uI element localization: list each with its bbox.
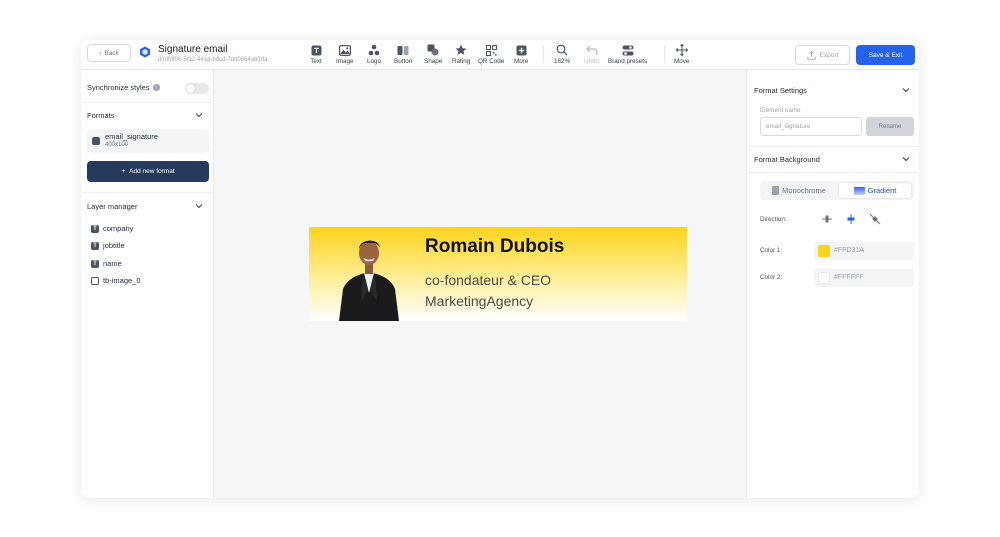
color-1-swatch[interactable] xyxy=(818,245,830,257)
qr-code-icon xyxy=(485,44,497,56)
chevron-left-icon: ‹ xyxy=(99,49,102,57)
format-settings-title: Format Settings xyxy=(754,86,807,95)
signature-company[interactable]: MarketingAgency xyxy=(425,293,533,309)
layer-item-image[interactable]: tb-image_0 xyxy=(91,276,141,285)
image-icon xyxy=(338,44,351,56)
color-1-value: #FFD31A xyxy=(834,247,864,254)
rename-button[interactable]: Rename xyxy=(866,117,914,136)
tool-button[interactable]: Button xyxy=(394,44,412,65)
chevron-down-icon[interactable] xyxy=(195,111,203,119)
logo-icon xyxy=(368,44,380,56)
export-button[interactable]: Export xyxy=(795,45,850,65)
undo-button[interactable]: Undo xyxy=(584,44,599,65)
formats-title: Formats xyxy=(87,111,115,120)
color-1-field[interactable]: #FFD31A xyxy=(814,242,914,260)
back-button-label: Back xyxy=(104,49,119,57)
undo-icon xyxy=(585,44,598,56)
toolbar-divider xyxy=(664,45,665,63)
divider xyxy=(747,146,919,147)
document-title[interactable]: Signature email xyxy=(158,44,227,55)
left-panel: Synchronize styles i Formats email_signa… xyxy=(81,70,214,498)
tool-logo[interactable]: Logo xyxy=(367,44,381,65)
color-1-label: Color 1: xyxy=(760,247,783,254)
magnifier-icon xyxy=(556,44,568,56)
text-icon xyxy=(310,44,322,56)
monochrome-option[interactable]: Monochrome xyxy=(763,183,835,198)
text-layer-icon: T xyxy=(91,259,99,268)
save-exit-button[interactable]: Save & Exit xyxy=(856,45,915,65)
chevron-down-icon[interactable] xyxy=(902,155,910,163)
divider xyxy=(81,102,214,103)
element-name-input[interactable]: email_signature xyxy=(760,117,862,136)
shape-icon xyxy=(427,44,439,56)
monochrome-icon xyxy=(772,186,780,195)
direction-diagonal-icon[interactable] xyxy=(869,213,881,225)
tool-image[interactable]: Image xyxy=(336,44,354,65)
tool-rating[interactable]: Rating xyxy=(452,44,470,65)
app-logo-icon xyxy=(140,46,150,58)
zoom-level: 162% xyxy=(554,58,571,65)
tool-more[interactable]: More xyxy=(514,44,528,65)
tool-shape[interactable]: Shape xyxy=(424,44,442,65)
gradient-option[interactable]: Gradient xyxy=(839,183,911,198)
image-layer-icon xyxy=(91,276,99,285)
sync-styles-toggle[interactable] xyxy=(185,83,209,94)
color-2-label: Color 2: xyxy=(760,274,783,281)
color-2-value: #FFFFFF xyxy=(834,274,864,281)
editor-window: ‹ Back Signature email d3dfdf00-5f12-441… xyxy=(81,40,919,498)
sync-styles-label: Synchronize styles i xyxy=(87,83,160,92)
add-format-button[interactable]: + Add new format xyxy=(87,161,209,182)
chevron-down-icon[interactable] xyxy=(902,86,910,94)
profile-photo[interactable] xyxy=(337,231,401,321)
direction-vertical-icon[interactable] xyxy=(845,213,857,225)
divider xyxy=(81,192,214,193)
plus-icon: + xyxy=(121,168,126,175)
signature-jobtitle[interactable]: co-fondateur & CEO xyxy=(425,272,551,288)
document-id: d3dfdf00-5f12-441d-bdcd-7dd0064a63da xyxy=(158,57,268,63)
back-button[interactable]: ‹ Back xyxy=(87,44,131,62)
brand-presets-button[interactable]: Brand presets xyxy=(608,44,647,65)
background-mode-switch: Monochrome Gradient xyxy=(760,181,914,200)
layer-item-name[interactable]: T name xyxy=(91,259,122,268)
format-icon xyxy=(92,137,100,145)
chevron-down-icon[interactable] xyxy=(195,202,203,210)
format-name: email_signature xyxy=(105,132,158,141)
text-layer-icon: T xyxy=(91,224,99,233)
tool-text[interactable]: Text xyxy=(310,44,322,65)
color-2-swatch[interactable] xyxy=(818,272,830,284)
format-item[interactable]: email_signature 400x100 xyxy=(87,129,209,153)
upload-icon xyxy=(806,50,816,60)
canvas-area[interactable]: Romain Dubois co-fondateur & CEO Marketi… xyxy=(214,70,746,498)
move-tool[interactable]: Move xyxy=(674,44,689,65)
right-panel: Format Settings Element name email_signa… xyxy=(746,70,919,498)
divider xyxy=(747,172,919,173)
text-layer-icon: T xyxy=(91,241,99,250)
move-arrows-icon xyxy=(675,44,688,56)
top-toolbar: ‹ Back Signature email d3dfdf00-5f12-441… xyxy=(81,40,919,70)
format-size: 400x100 xyxy=(105,142,129,148)
gradient-icon xyxy=(853,186,865,195)
color-2-field[interactable]: #FFFFFF xyxy=(814,269,914,287)
tool-qr-code[interactable]: QR Code xyxy=(478,44,504,65)
layer-item-company[interactable]: T company xyxy=(91,224,133,233)
toggles-icon xyxy=(622,44,634,56)
button-icon xyxy=(397,44,409,56)
direction-label: Direction: xyxy=(760,216,787,223)
toolbar-divider xyxy=(543,45,544,63)
layer-item-jobtitle[interactable]: T jobtitle xyxy=(91,241,125,250)
star-icon xyxy=(455,44,467,56)
signature-name[interactable]: Romain Dubois xyxy=(425,236,564,258)
email-signature-artboard[interactable]: Romain Dubois co-fondateur & CEO Marketi… xyxy=(309,227,687,321)
layer-manager-title: Layer manager xyxy=(87,202,138,211)
format-background-title: Format Background xyxy=(754,155,820,164)
plus-icon xyxy=(515,44,527,56)
direction-horizontal-icon[interactable] xyxy=(821,213,833,225)
element-name-label: Element name xyxy=(760,107,801,114)
info-icon[interactable]: i xyxy=(152,84,160,91)
zoom-control[interactable]: 162% xyxy=(554,44,570,65)
